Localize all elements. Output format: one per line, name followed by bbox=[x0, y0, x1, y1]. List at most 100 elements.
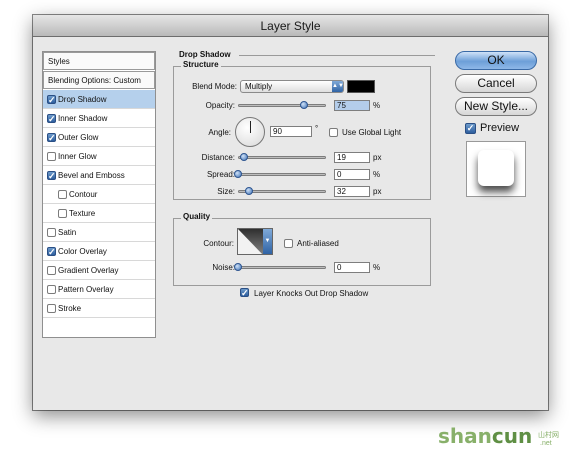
layer-style-dialog: Layer Style Styles Blending Options: Cus… bbox=[33, 15, 548, 410]
size-label: Size: bbox=[217, 187, 235, 196]
sidebar-item-checkbox[interactable] bbox=[47, 266, 56, 275]
opacity-label: Opacity: bbox=[205, 101, 235, 110]
sidebar-item-label: Texture bbox=[69, 209, 96, 218]
sidebar-item-label: Bevel and Emboss bbox=[58, 171, 125, 180]
noise-unit: % bbox=[373, 263, 381, 272]
sidebar-item-checkbox[interactable] bbox=[47, 171, 56, 180]
spread-slider[interactable] bbox=[238, 173, 326, 176]
blend-mode-label: Blend Mode: bbox=[192, 82, 237, 91]
quality-box bbox=[173, 218, 431, 286]
use-global-light-checkbox[interactable] bbox=[329, 128, 338, 137]
sidebar-item-label: Color Overlay bbox=[58, 247, 107, 256]
anti-aliased-checkbox[interactable] bbox=[284, 239, 293, 248]
sidebar-item-label: Inner Shadow bbox=[58, 114, 108, 123]
styles-list: Styles Blending Options: Custom Drop Sha… bbox=[42, 51, 156, 338]
distance-slider[interactable] bbox=[238, 156, 326, 159]
sidebar-item-checkbox[interactable] bbox=[47, 228, 56, 237]
use-global-light-label: Use Global Light bbox=[342, 128, 402, 137]
sidebar-item-checkbox[interactable] bbox=[58, 190, 67, 199]
sidebar-item-label: Contour bbox=[69, 190, 98, 199]
drop-shadow-heading: Drop Shadow bbox=[179, 50, 231, 59]
distance-slider-thumb[interactable] bbox=[239, 153, 248, 161]
angle-dial[interactable] bbox=[235, 117, 265, 147]
sidebar-item-label: Inner Glow bbox=[58, 152, 97, 161]
noise-label: Noise: bbox=[212, 263, 235, 272]
knockout-checkbox[interactable] bbox=[240, 288, 249, 297]
noise-slider[interactable] bbox=[238, 266, 326, 269]
sidebar-item-checkbox[interactable] bbox=[47, 285, 56, 294]
sidebar-item-label: Stroke bbox=[58, 304, 82, 313]
sidebar-item-label: Gradient Overlay bbox=[58, 266, 119, 275]
heading-rule bbox=[239, 55, 435, 56]
dialog-title: Layer Style bbox=[33, 15, 548, 37]
noise-input[interactable]: 0 bbox=[334, 262, 370, 273]
sidebar-item-label: Satin bbox=[58, 228, 77, 237]
anti-aliased-label: Anti-aliased bbox=[297, 239, 339, 248]
blend-mode-value: Multiply bbox=[245, 82, 273, 91]
contour-label: Contour: bbox=[203, 239, 234, 248]
watermark-logo: shancun bbox=[438, 424, 532, 448]
quality-heading: Quality bbox=[181, 212, 213, 221]
sidebar-item-stroke[interactable]: Stroke bbox=[43, 299, 155, 318]
spread-input[interactable]: 0 bbox=[334, 169, 370, 180]
preview-checkbox[interactable] bbox=[465, 123, 476, 134]
opacity-input[interactable]: 75 bbox=[334, 100, 370, 111]
contour-picker[interactable]: ▼ bbox=[237, 228, 273, 255]
sidebar-item-checkbox[interactable] bbox=[47, 152, 56, 161]
preview-square bbox=[478, 150, 514, 186]
sidebar-item-outer-glow[interactable]: Outer Glow bbox=[43, 128, 155, 147]
distance-input[interactable]: 19 bbox=[334, 152, 370, 163]
watermark-cn: 山村网 bbox=[538, 432, 559, 439]
sidebar-item-inner-glow[interactable]: Inner Glow bbox=[43, 147, 155, 166]
sidebar-item-contour[interactable]: Contour bbox=[43, 185, 155, 204]
shadow-color-swatch[interactable] bbox=[347, 80, 375, 93]
sidebar-item-checkbox[interactable] bbox=[58, 209, 67, 218]
blend-mode-select[interactable]: Multiply ▲▼ bbox=[240, 80, 344, 93]
spread-unit: % bbox=[373, 170, 381, 179]
knockout-label: Layer Knocks Out Drop Shadow bbox=[254, 289, 369, 298]
watermark-net: .net bbox=[540, 440, 552, 447]
sidebar-item-bevel-and-emboss[interactable]: Bevel and Emboss bbox=[43, 166, 155, 185]
noise-slider-thumb[interactable] bbox=[234, 263, 242, 271]
angle-unit: ° bbox=[315, 124, 319, 133]
sidebar-item-drop-shadow[interactable]: Drop Shadow bbox=[43, 90, 155, 109]
blending-options-item[interactable]: Blending Options: Custom bbox=[43, 71, 155, 89]
styles-header[interactable]: Styles bbox=[43, 52, 155, 70]
sidebar-item-satin[interactable]: Satin bbox=[43, 223, 155, 242]
ok-button[interactable]: OK bbox=[455, 51, 537, 70]
new-style-button[interactable]: New Style... bbox=[455, 97, 537, 116]
sidebar-item-label: Outer Glow bbox=[58, 133, 99, 142]
style-preview-thumbnail bbox=[466, 141, 526, 197]
sidebar-item-pattern-overlay[interactable]: Pattern Overlay bbox=[43, 280, 155, 299]
watermark-shan: shan bbox=[438, 424, 492, 448]
cancel-button[interactable]: Cancel bbox=[455, 74, 537, 93]
distance-unit: px bbox=[373, 153, 382, 162]
structure-heading: Structure bbox=[181, 60, 221, 69]
sidebar-item-inner-shadow[interactable]: Inner Shadow bbox=[43, 109, 155, 128]
opacity-unit: % bbox=[373, 101, 381, 110]
sidebar-item-checkbox[interactable] bbox=[47, 95, 56, 104]
preview-label: Preview bbox=[480, 122, 520, 134]
chevron-updown-icon: ▲▼ bbox=[332, 81, 344, 92]
sidebar-item-checkbox[interactable] bbox=[47, 133, 56, 142]
spread-slider-thumb[interactable] bbox=[234, 170, 242, 178]
sidebar-item-texture[interactable]: Texture bbox=[43, 204, 155, 223]
sidebar-item-gradient-overlay[interactable]: Gradient Overlay bbox=[43, 261, 155, 280]
sidebar-item-checkbox[interactable] bbox=[47, 304, 56, 313]
angle-label: Angle: bbox=[208, 128, 231, 137]
chevron-down-icon: ▼ bbox=[263, 229, 272, 254]
sidebar-item-checkbox[interactable] bbox=[47, 247, 56, 256]
angle-input[interactable]: 90 bbox=[270, 126, 312, 137]
distance-label: Distance: bbox=[201, 153, 235, 162]
sidebar-item-checkbox[interactable] bbox=[47, 114, 56, 123]
sidebar-item-label: Drop Shadow bbox=[58, 95, 107, 104]
sidebar-item-color-overlay[interactable]: Color Overlay bbox=[43, 242, 155, 261]
size-unit: px bbox=[373, 187, 382, 196]
watermark-cun: cun bbox=[491, 424, 533, 448]
opacity-slider[interactable] bbox=[238, 104, 326, 107]
angle-hand bbox=[250, 121, 251, 133]
size-input[interactable]: 32 bbox=[334, 186, 370, 197]
sidebar-item-label: Pattern Overlay bbox=[58, 285, 114, 294]
opacity-slider-thumb[interactable] bbox=[300, 101, 308, 109]
spread-label: Spread: bbox=[206, 170, 235, 179]
